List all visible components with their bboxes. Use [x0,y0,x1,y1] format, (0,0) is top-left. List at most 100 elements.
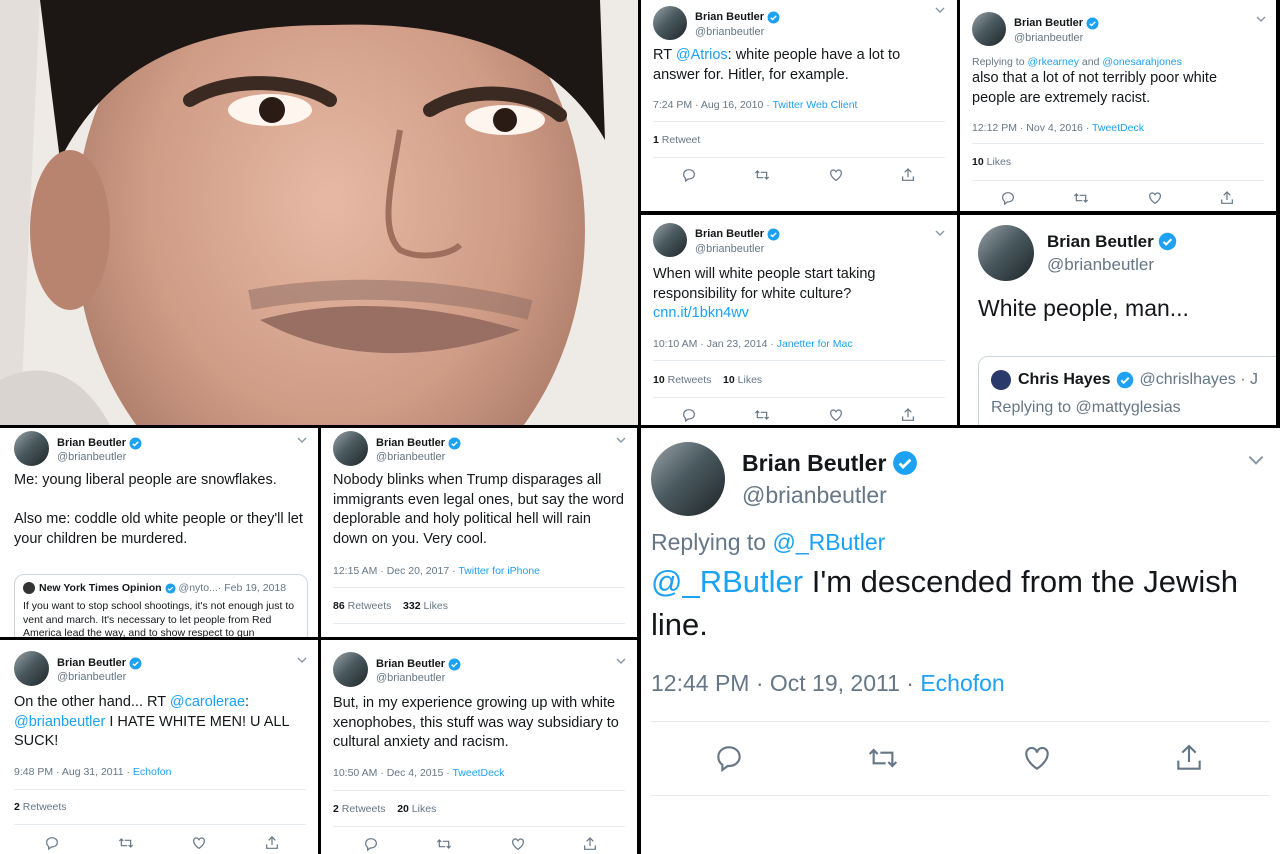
mention-link[interactable]: @_RButler [651,564,803,599]
avatar[interactable] [14,651,49,686]
reply-icon[interactable] [44,835,60,851]
author-name[interactable]: Brian Beutler [1047,232,1154,252]
tweet-stats[interactable]: 10 Retweets 10 Likes [653,374,762,386]
reply-icon[interactable] [363,836,379,852]
author-name[interactable]: Brian Beutler [742,450,886,476]
author-handle[interactable]: @brianbeutler [376,451,461,464]
author-handle[interactable]: @brianbeutler [695,26,780,39]
share-icon[interactable] [1219,190,1235,206]
author-name[interactable]: Brian Beutler [695,228,764,241]
tweet-xenophobes[interactable]: Brian Beutler @brianbeutler But, in my e… [321,640,637,854]
quote-avatar[interactable] [991,370,1011,390]
avatar[interactable] [653,6,687,40]
article-link[interactable]: cnn.it/1bkn4wv [653,305,749,321]
chevron-down-icon[interactable] [934,226,946,244]
retweet-icon[interactable] [753,407,771,423]
tweet-stats[interactable]: 1 Retweet [653,134,700,146]
quote-author-name[interactable]: Chris Hayes [1018,371,1111,389]
source-link[interactable]: Echofon [133,766,172,778]
tweet-snowflakes[interactable]: Brian Beutler @brianbeutler Me: young li… [0,428,318,637]
avatar[interactable] [972,12,1006,46]
author-handle[interactable]: @brianbeutler [57,451,142,464]
mention-link[interactable]: @brianbeutler [14,714,105,730]
author-name[interactable]: Brian Beutler [57,437,126,450]
mention-link[interactable]: @carolerae [170,694,245,710]
source-link[interactable]: Twitter Web Client [772,99,857,111]
share-icon[interactable] [900,407,916,423]
share-icon[interactable] [1173,742,1205,774]
tweet-stats[interactable]: 2 Retweets 20 Likes [333,803,436,815]
quote-author-handle[interactable]: @chrislhayes · J [1140,371,1259,389]
source-link[interactable]: Echofon [920,670,1004,696]
share-icon[interactable] [900,167,916,183]
author-name[interactable]: Brian Beutler [376,658,445,671]
quoted-tweet[interactable]: Chris Hayes @chrislhayes · J Replying to… [978,356,1276,425]
author-name[interactable]: Brian Beutler [695,11,764,24]
avatar[interactable] [653,223,687,257]
chevron-down-icon[interactable] [1246,450,1266,475]
like-icon[interactable] [510,836,526,852]
quote-author-name[interactable]: New York Times Opinion [39,582,162,594]
source-link[interactable]: Twitter for iPhone [458,565,540,577]
author-handle[interactable]: @brianbeutler [1014,32,1099,45]
author-name[interactable]: Brian Beutler [1014,17,1083,30]
retweet-icon[interactable] [435,836,453,852]
tweet-stats[interactable]: 2 Retweets [14,801,67,813]
chevron-down-icon[interactable] [615,433,627,451]
like-icon[interactable] [828,167,844,183]
reply-icon[interactable] [713,742,745,774]
tweet-atrios[interactable]: Brian Beutler @brianbeutler RT @Atrios: … [641,0,957,211]
like-icon[interactable] [828,407,844,423]
author-handle[interactable]: @brianbeutler [742,482,918,508]
quoted-tweet[interactable]: New York Times Opinion @nyto... · Feb 19… [14,574,308,637]
portrait-image [0,0,638,425]
like-icon[interactable] [1147,190,1163,206]
retweet-icon[interactable] [1072,190,1090,206]
chevron-down-icon[interactable] [1255,12,1267,30]
like-icon[interactable] [191,835,207,851]
chevron-down-icon[interactable] [296,433,308,451]
chevron-down-icon[interactable] [615,654,627,672]
retweet-icon[interactable] [865,742,901,774]
reply-mention[interactable]: @_RButler [772,529,885,555]
tweet-white-culture[interactable]: Brian Beutler @brianbeutler When will wh… [641,215,957,425]
tweet-racist-reply[interactable]: Brian Beutler @brianbeutler Replying to … [960,0,1276,211]
author-handle[interactable]: @brianbeutler [1047,255,1177,275]
share-icon[interactable] [264,835,280,851]
tweet-white-people-man[interactable]: Brian Beutler @brianbeutler White people… [960,215,1276,425]
tweet-deplorable[interactable]: Brian Beutler @brianbeutler Nobody blink… [321,428,637,637]
reply-icon[interactable] [1000,190,1016,206]
tweet-stats[interactable]: 10 Likes [972,156,1011,168]
mention-link[interactable]: @Atrios [676,47,728,63]
chevron-down-icon[interactable] [296,653,308,671]
author-handle[interactable]: @brianbeutler [57,671,142,684]
author-handle[interactable]: @brianbeutler [376,672,461,685]
like-icon[interactable] [1021,742,1053,774]
tweet-jewish-line[interactable]: Brian Beutler @brianbeutler Replying to … [641,428,1280,854]
verified-icon [129,437,142,450]
avatar[interactable] [14,431,49,466]
divider [333,826,625,827]
reply-mention[interactable]: @rkearney [1027,56,1079,68]
chevron-down-icon[interactable] [934,3,946,21]
quote-avatar[interactable] [23,582,35,594]
reply-mention[interactable]: @onesarahjones [1102,56,1182,68]
source-link[interactable]: Janetter for Mac [777,338,853,350]
reply-icon[interactable] [681,167,697,183]
source-link[interactable]: TweetDeck [452,767,504,779]
author-name[interactable]: Brian Beutler [57,657,126,670]
retweet-icon[interactable] [753,167,771,183]
quote-author-handle[interactable]: @nyto... [179,582,218,594]
source-link[interactable]: TweetDeck [1092,122,1144,134]
share-icon[interactable] [582,836,598,852]
avatar[interactable] [333,431,368,466]
reply-icon[interactable] [681,407,697,423]
author-name[interactable]: Brian Beutler [376,437,445,450]
tweet-stats[interactable]: 86 Retweets 332 Likes [333,600,448,612]
retweet-icon[interactable] [117,835,135,851]
tweet-other-hand[interactable]: Brian Beutler @brianbeutler On the other… [0,640,318,854]
author-handle[interactable]: @brianbeutler [695,243,780,256]
avatar[interactable] [651,442,725,516]
avatar[interactable] [333,652,368,687]
avatar[interactable] [978,225,1034,281]
